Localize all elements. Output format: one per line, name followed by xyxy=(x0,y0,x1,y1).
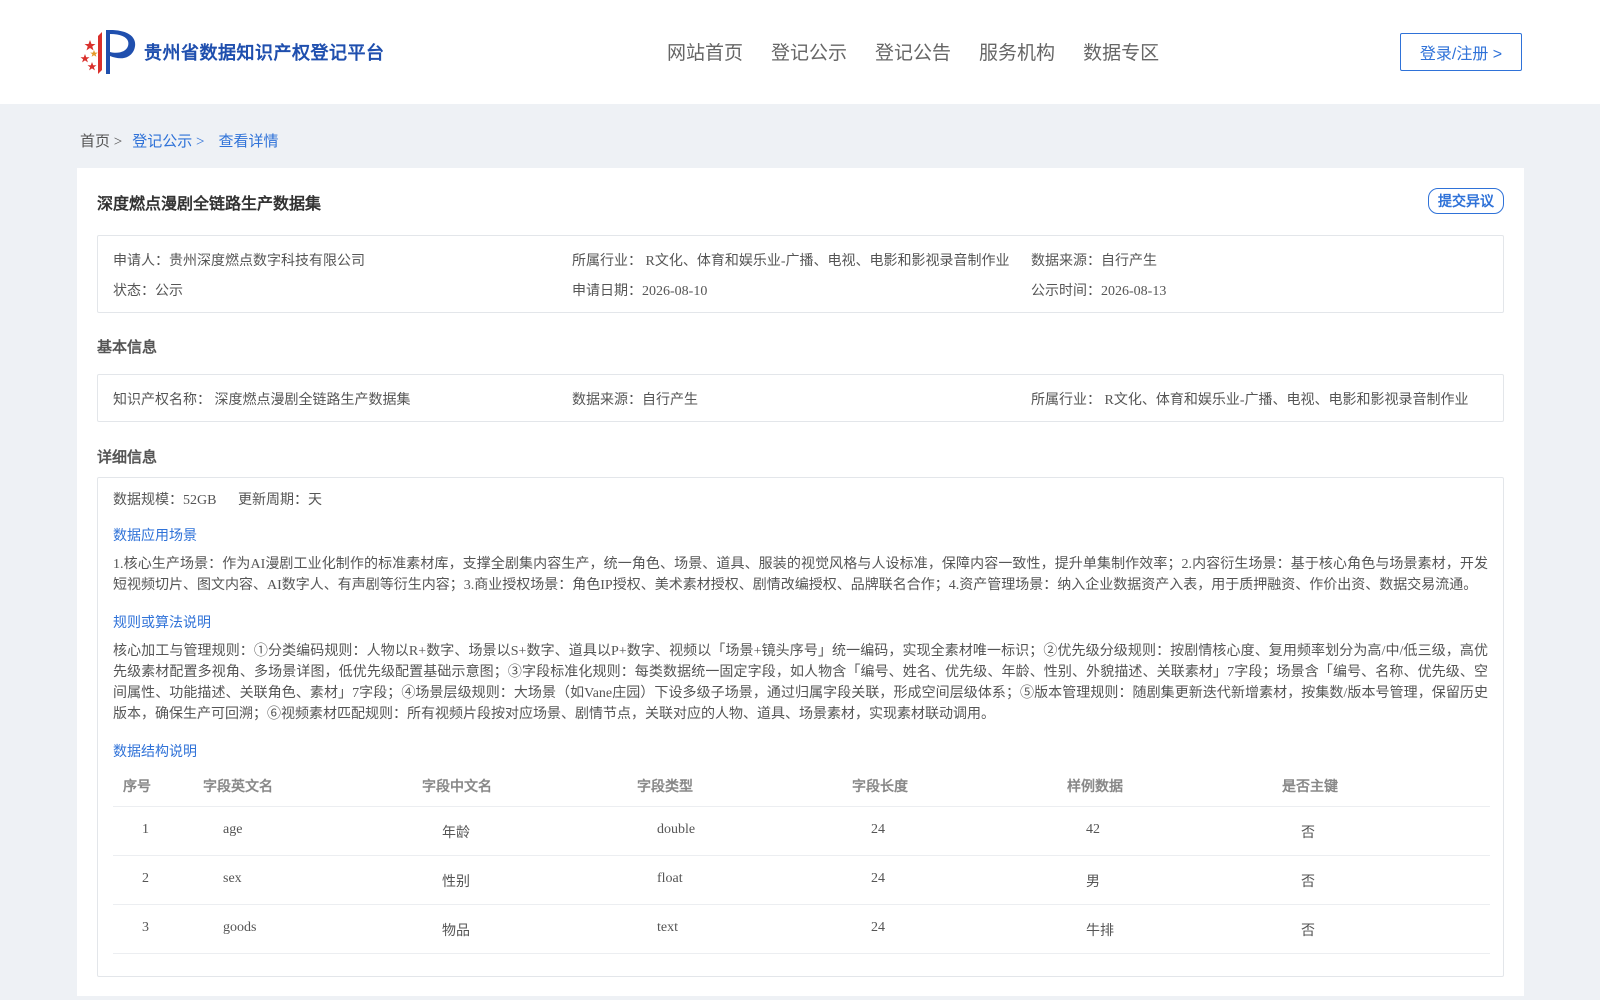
data-scale-text: 数据规模：52GB xyxy=(113,493,217,508)
table-header-cell: 样例数据 xyxy=(1067,778,1123,794)
nav-item-service-agencies[interactable]: 服务机构 xyxy=(979,38,1055,65)
table-cell: 2 xyxy=(142,871,149,886)
basic-info-title: 基本信息 xyxy=(97,339,158,356)
data-structure-table: 序号 字段英文名 字段中文名 字段类型 字段长度 样例数据 是否主键 1 age… xyxy=(113,766,1490,954)
table-cell: 物品 xyxy=(442,924,470,939)
breadcrumb: 首页 > 登记公示 > 查看详情 xyxy=(80,130,288,151)
detail-info-panel: 数据规模：52GB 更新周期：天 数据应用场景 1.核心生产场景：作为AI漫剧工… xyxy=(97,477,1504,977)
table-cell: 年龄 xyxy=(442,826,470,841)
ip-name-text: 知识产权名称： 深度燃点漫剧全链路生产数据集 xyxy=(113,393,411,408)
site-title: 贵州省数据知识产权登记平台 xyxy=(144,43,385,63)
table-cell: 24 xyxy=(871,822,885,837)
table-header: 序号 字段英文名 字段中文名 字段类型 字段长度 样例数据 是否主键 xyxy=(113,766,1490,807)
submit-objection-button[interactable]: 提交异议 xyxy=(1428,188,1504,214)
scenario-text: 1.核心生产场景：作为AI漫剧工业化制作的标准素材库，支撑全剧集内容生产，统一角… xyxy=(113,557,1488,593)
applicant-text: 申请人：贵州深度燃点数字科技有限公司 xyxy=(113,254,365,269)
site-logo[interactable]: 贵州省数据知识产权登记平台 xyxy=(80,26,385,78)
table-cell: age xyxy=(223,822,243,837)
nav-item-registration-publicity[interactable]: 登记公示 xyxy=(771,38,847,65)
detail-info-title: 详细信息 xyxy=(97,449,158,466)
table-cell: 性别 xyxy=(442,875,470,890)
publish-date-text: 公示时间：2026-08-13 xyxy=(1031,284,1167,299)
table-cell: 42 xyxy=(1086,822,1100,837)
table-row: 2 sex 性别 float 24 男 否 xyxy=(113,856,1490,905)
table-row: 3 goods 物品 text 24 牛排 否 xyxy=(113,905,1490,954)
login-register-button[interactable]: 登录/注册 > xyxy=(1400,33,1522,71)
table-cell: goods xyxy=(223,920,257,935)
stars-flag-logo-icon xyxy=(80,30,136,74)
table-cell: text xyxy=(657,920,678,935)
table-cell: 牛排 xyxy=(1086,924,1114,939)
table-cell: 否 xyxy=(1301,826,1315,841)
table-cell: 否 xyxy=(1301,875,1315,890)
basic-info-panel: 知识产权名称： 深度燃点漫剧全链路生产数据集 数据来源：自行产生 所属行业： R… xyxy=(97,374,1504,422)
nav-item-registration-announcement[interactable]: 登记公告 xyxy=(875,38,951,65)
table-header-cell: 字段英文名 xyxy=(203,778,273,794)
status-text: 状态：公示 xyxy=(113,284,183,299)
main-nav: 网站首页 登记公示 登记公告 服务机构 数据专区 xyxy=(667,38,1187,65)
table-header-cell: 序号 xyxy=(123,778,151,794)
table-cell: 3 xyxy=(142,920,149,935)
scenario-title: 数据应用场景 xyxy=(113,529,197,544)
table-header-cell: 是否主键 xyxy=(1282,778,1338,794)
basic-source-text: 数据来源：自行产生 xyxy=(572,393,698,408)
breadcrumb-home[interactable]: 首页 > xyxy=(80,130,122,151)
table-cell: sex xyxy=(223,871,242,886)
basic-industry-text: 所属行业： R文化、体育和娱乐业-广播、电视、电影和影视录音制作业 xyxy=(1031,393,1469,408)
update-cycle-text: 更新周期：天 xyxy=(237,493,322,508)
breadcrumb-section[interactable]: 登记公示 > xyxy=(132,130,204,151)
summary-panel: 申请人：贵州深度燃点数字科技有限公司 所属行业： R文化、体育和娱乐业-广播、电… xyxy=(97,235,1504,313)
table-cell: 男 xyxy=(1086,875,1100,890)
structure-title: 数据结构说明 xyxy=(113,745,197,760)
nav-item-home[interactable]: 网站首页 xyxy=(667,38,743,65)
table-header-cell: 字段类型 xyxy=(637,778,693,794)
table-cell: 1 xyxy=(142,822,149,837)
table-cell: 24 xyxy=(871,871,885,886)
table-cell: 24 xyxy=(871,920,885,935)
table-row: 1 age 年龄 double 24 42 否 xyxy=(113,807,1490,856)
table-cell: double xyxy=(657,822,696,837)
table-cell: 否 xyxy=(1301,924,1315,939)
industry-text: 所属行业： R文化、体育和娱乐业-广播、电视、电影和影视录音制作业 xyxy=(572,254,1010,269)
page-title: 深度燃点漫剧全链路生产数据集 xyxy=(97,196,322,213)
rules-title: 规则或算法说明 xyxy=(113,616,211,631)
data-source-text: 数据来源：自行产生 xyxy=(1031,254,1157,269)
table-header-cell: 字段长度 xyxy=(852,778,908,794)
table-cell: float xyxy=(657,871,683,886)
breadcrumb-current: 查看详情 xyxy=(218,134,279,150)
table-header-cell: 字段中文名 xyxy=(422,778,492,794)
rules-text: 核心加工与管理规则：①分类编码规则：人物以R+数字、场景以S+数字、道具以P+数… xyxy=(113,644,1488,722)
site-header: 贵州省数据知识产权登记平台 网站首页 登记公示 登记公告 服务机构 数据专区 登… xyxy=(0,0,1600,104)
nav-item-data-zone[interactable]: 数据专区 xyxy=(1083,38,1159,65)
apply-date-text: 申请日期：2026-08-10 xyxy=(572,284,708,299)
detail-card: 深度燃点漫剧全链路生产数据集 提交异议 申请人：贵州深度燃点数字科技有限公司 所… xyxy=(77,168,1524,996)
